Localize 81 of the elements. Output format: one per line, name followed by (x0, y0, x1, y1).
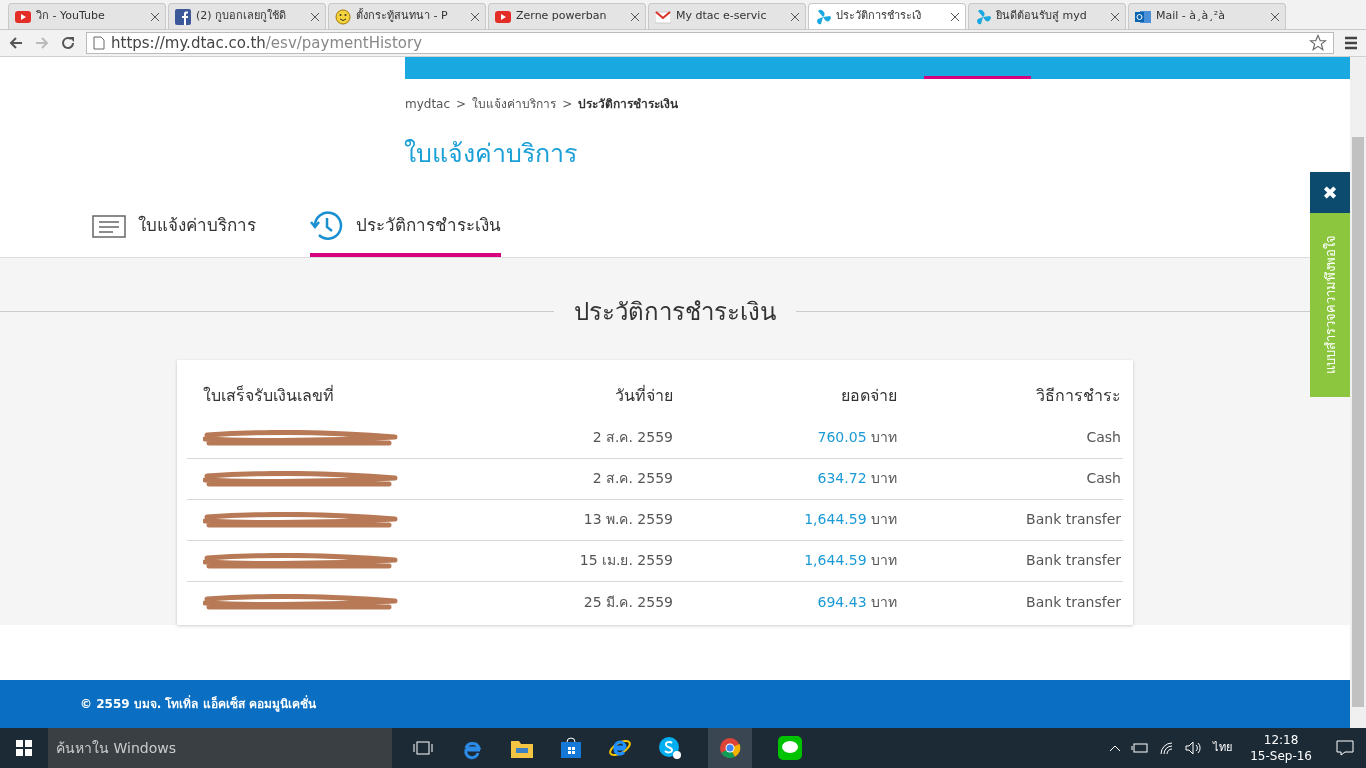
amount-text: 760.05 (817, 429, 867, 445)
mail-icon (655, 8, 671, 25)
clock-time[interactable]: 12:18 (1263, 732, 1299, 748)
chrome-icon[interactable] (708, 728, 752, 768)
breadcrumb-separator: > (562, 96, 573, 113)
column-header: ยอดจ่าย (840, 384, 897, 407)
address-bar[interactable]: https://my.dtac.co.th/esv/paymentHistory (86, 32, 1334, 54)
table-cell-text: Cash (1085, 469, 1121, 488)
tab-close-icon[interactable] (951, 12, 959, 21)
smiley-icon (335, 8, 351, 25)
url-text: https://my.dtac.co.th/esv/paymentHistory (111, 32, 423, 54)
tab-close-icon[interactable] (631, 12, 639, 21)
propeller-icon (975, 8, 991, 25)
breadcrumb-link[interactable]: mydtac (405, 95, 451, 113)
column-header: ใบเสร็จรับเงินเลขที่ (203, 384, 335, 407)
copyright-text: © 2559 บมจ. โทเทิ่ล แอ็คเซ็ส คอมมูนิเคชั่น (80, 694, 316, 713)
youtube-icon (15, 8, 31, 25)
youtube-icon (495, 8, 511, 25)
windows-start-icon[interactable] (16, 740, 32, 756)
propeller-icon (815, 8, 831, 25)
currency-text: บาท (871, 593, 897, 610)
browser-tab[interactable]: (2) กูบอกเลยกูใช้ดิ (168, 3, 326, 29)
browser-tab[interactable]: ประวัติการชำระเงิ (808, 3, 966, 29)
page-icon (93, 36, 105, 50)
taskbar-search-field[interactable]: ค้นหาใน Windows (48, 728, 392, 768)
speaker-icon[interactable] (1185, 741, 1204, 755)
amount-text: 694.43 (817, 593, 867, 610)
feedback-close-button[interactable]: ✖ (1310, 172, 1350, 213)
amount-text: 1,644.59 (804, 511, 867, 527)
column-header: วิธีการชำระ (1035, 384, 1121, 407)
table-cell-text: Bank transfer (1025, 551, 1121, 570)
section-heading: ประวัติการชำระเงิน (574, 296, 776, 328)
table-cell-text: 13 พ.ค. 2559 (582, 510, 673, 529)
browser-tab[interactable]: My dtac e-servic (648, 3, 806, 29)
browser-tab[interactable]: Zerne powerban (488, 3, 646, 29)
history-clock-icon (310, 209, 344, 243)
tab-close-icon[interactable] (311, 12, 319, 21)
tab-close-icon[interactable] (1271, 12, 1279, 21)
tab-close-icon[interactable] (1111, 12, 1119, 21)
facebook-icon (175, 8, 191, 25)
table-cell-text: 2 ส.ค. 2559 (591, 469, 673, 488)
table-cell-text: Bank transfer (1025, 510, 1121, 529)
column-header: วันที่จ่าย (614, 384, 673, 407)
breadcrumb-link[interactable]: ใบแจ้งค่าบริการ (472, 95, 557, 113)
table-cell-text: 2 ส.ค. 2559 (591, 428, 673, 447)
browser-tab[interactable]: ยินดีต้อนรับสู่ myd (968, 3, 1126, 29)
browser-tab[interactable]: ตั้งกระทู้สนทนา - P (328, 3, 486, 29)
clock-date[interactable]: 15-Sep-16 (1250, 748, 1312, 764)
tab-close-icon[interactable] (151, 12, 159, 21)
tab-close-icon[interactable] (471, 12, 479, 21)
star-icon[interactable] (1309, 34, 1327, 52)
amount-text: 1,644.59 (804, 552, 867, 568)
scrollbar[interactable] (1350, 57, 1366, 728)
language-indicator[interactable]: ไทย (1213, 739, 1233, 757)
section-tab[interactable]: ใบแจ้งค่าบริการ (92, 199, 256, 257)
back-icon[interactable] (8, 35, 24, 51)
table-cell-text: Bank transfer (1025, 592, 1121, 612)
outlook-icon (1135, 8, 1151, 25)
table-cell-text: 25 มี.ค. 2559 (582, 592, 673, 612)
breadcrumb-current: ประวัติการชำระเงิน (578, 96, 679, 113)
currency-text: บาท (871, 470, 897, 486)
menu-icon[interactable] (1344, 36, 1358, 50)
tab-close-icon[interactable] (791, 12, 799, 21)
task-view-icon[interactable] (412, 739, 434, 757)
currency-text: บาท (871, 552, 897, 568)
currency-text: บาท (871, 429, 897, 445)
notification-icon[interactable] (1336, 740, 1354, 756)
table-cell-text: 15 เม.ย. 2559 (578, 551, 673, 570)
breadcrumb-separator: > (456, 96, 467, 113)
page-title: ใบแจ้งค่าบริการ (404, 138, 577, 170)
amount-text: 634.72 (817, 470, 867, 486)
currency-text: บาท (871, 511, 897, 527)
battery-icon[interactable] (1131, 742, 1150, 754)
store-icon[interactable] (560, 737, 582, 759)
reload-icon[interactable] (60, 35, 76, 51)
table-cell-text: Cash (1085, 428, 1121, 447)
browser-tab[interactable]: วิก - YouTube (8, 3, 166, 29)
line-app-icon[interactable] (778, 736, 802, 760)
browser-tab[interactable]: Mail - à¸à¸²à (1128, 3, 1286, 29)
skype-icon[interactable] (658, 736, 682, 760)
chevron-up-icon[interactable] (1109, 744, 1122, 752)
